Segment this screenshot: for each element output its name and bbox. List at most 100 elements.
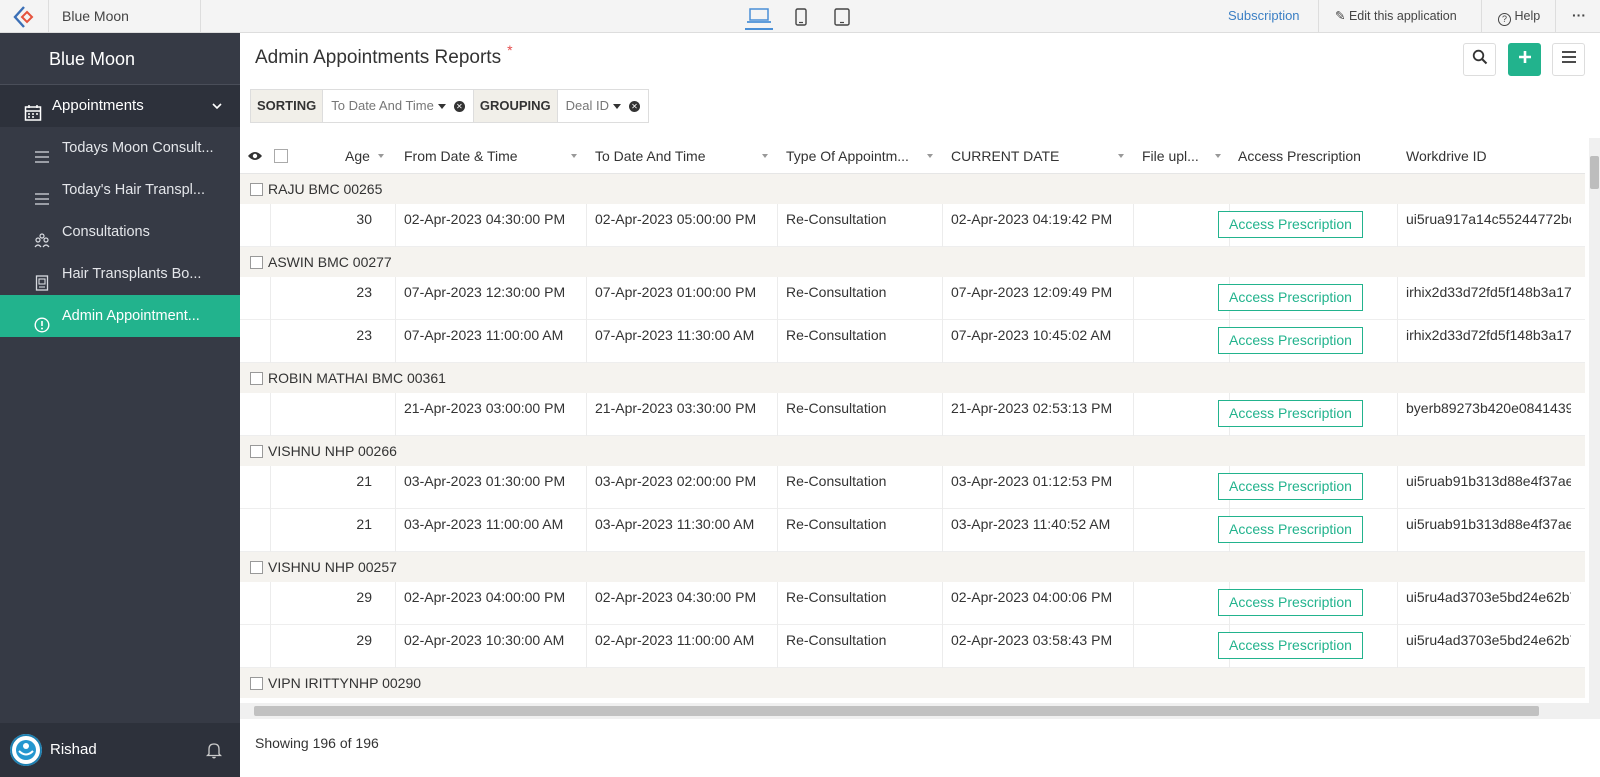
column-header-age[interactable]: Age [345,138,370,174]
grouping-dropdown[interactable]: Deal ID ✕ [558,90,648,122]
grouping-label: GROUPING [473,90,558,122]
sidebar-item-admin-appointments[interactable]: Admin Appointment... [0,295,240,337]
column-header-access-prescription[interactable]: Access Prescription [1238,138,1361,174]
divider [395,320,396,363]
sort-caret-icon[interactable] [378,154,384,158]
column-header-from-date[interactable]: From Date & Time [404,138,518,174]
table-row[interactable]: 21 03-Apr-2023 11:00:00 AM 03-Apr-2023 1… [240,509,1585,552]
clear-sorting-icon[interactable]: ✕ [453,100,465,112]
sort-caret-icon[interactable] [927,154,933,158]
user-panel: Rishad [0,723,240,777]
people-icon [34,224,50,248]
more-menu-icon[interactable]: ··· [1572,0,1586,32]
sidebar-item-label: Admin Appointment... [62,308,200,324]
select-all-checkbox[interactable] [274,138,288,174]
sort-caret-icon[interactable] [762,154,768,158]
bell-icon[interactable] [205,741,223,764]
table-row[interactable]: 30 02-Apr-2023 04:30:00 PM 02-Apr-2023 0… [240,204,1585,247]
scrollbar-thumb[interactable] [1590,156,1599,189]
laptop-view-icon[interactable] [745,4,773,30]
caret-down-icon [437,103,446,109]
horizontal-scrollbar[interactable] [240,703,1600,719]
sort-caret-icon[interactable] [1118,154,1124,158]
group-checkbox[interactable] [250,256,263,269]
column-header-type[interactable]: Type Of Appointm... [786,138,909,174]
column-header-file-upload[interactable]: File upl... [1142,138,1199,174]
table-row[interactable]: 29 02-Apr-2023 04:00:00 PM 02-Apr-2023 0… [240,582,1585,625]
sort-caret-icon[interactable] [571,154,577,158]
group-checkbox[interactable] [250,372,263,385]
access-prescription-button[interactable]: Access Prescription [1218,284,1363,311]
access-prescription-button[interactable]: Access Prescription [1218,589,1363,616]
cell-age: 21 [356,516,372,532]
cell-workdrive-id: irhix2d33d72fd5f148b3a17 [1406,284,1571,300]
edit-application-button[interactable]: ✎ Edit this application [1335,0,1457,32]
menu-button[interactable] [1552,43,1585,76]
document-icon [34,266,50,291]
vertical-scrollbar[interactable] [1589,138,1600,708]
divider [777,393,778,436]
access-prescription-button[interactable]: Access Prescription [1218,632,1363,659]
group-checkbox[interactable] [250,561,263,574]
sidebar-item-label: Consultations [62,224,150,240]
sidebar-item-todays-hair-transplants[interactable]: Today's Hair Transpl... [0,169,240,211]
column-header-to-date[interactable]: To Date And Time [595,138,706,174]
group-checkbox[interactable] [250,677,263,690]
avatar[interactable] [10,734,42,766]
access-prescription-button[interactable]: Access Prescription [1218,516,1363,543]
divider [586,393,587,436]
help-button[interactable]: ? Help [1498,0,1540,32]
access-prescription-button[interactable]: Access Prescription [1218,400,1363,427]
sidebar-section-appointments[interactable]: Appointments [0,85,240,127]
caret-down-icon [613,103,622,109]
table-row[interactable]: 23 07-Apr-2023 11:00:00 AM 07-Apr-2023 1… [240,320,1585,363]
table-row[interactable]: 29 02-Apr-2023 10:30:00 AM 02-Apr-2023 1… [240,625,1585,668]
divider [395,393,396,436]
column-header-current-date[interactable]: CURRENT DATE [951,138,1059,174]
mobile-view-icon[interactable] [789,6,813,28]
access-prescription-button[interactable]: Access Prescription [1218,327,1363,354]
search-button[interactable] [1463,43,1496,76]
group-name: VISHNU NHP 00257 [268,559,397,575]
table-row[interactable]: 23 07-Apr-2023 12:30:00 PM 07-Apr-2023 0… [240,277,1585,320]
sidebar-item-todays-moon-consultations[interactable]: Todays Moon Consult... [0,127,240,169]
sidebar-brand[interactable]: Blue Moon [0,33,240,85]
column-header-workdrive-id[interactable]: Workdrive ID [1406,138,1487,174]
access-prescription-button[interactable]: Access Prescription [1218,473,1363,500]
divider [395,466,396,509]
divider [270,625,271,668]
cell-age: 23 [356,327,372,343]
cell-current-date: 02-Apr-2023 04:19:42 PM [951,211,1113,227]
sorting-value: To Date And Time [331,98,434,113]
divider [942,204,943,247]
report-table: Age From Date & Time To Date And Time Ty… [240,138,1585,738]
add-record-button[interactable] [1508,43,1541,76]
divider [586,204,587,247]
sidebar-item-hair-transplants-bookings[interactable]: Hair Transplants Bo... [0,253,240,295]
sorting-dropdown[interactable]: To Date And Time ✕ [323,90,474,122]
divider [942,509,943,552]
app-logo-icon[interactable] [12,5,38,29]
cell-current-date: 03-Apr-2023 11:40:52 AM [951,516,1111,532]
group-checkbox[interactable] [250,183,263,196]
user-name[interactable]: Rishad [50,723,97,777]
divider [777,277,778,320]
app-name[interactable]: Blue Moon [48,0,200,32]
divider [270,509,271,552]
scrollbar-thumb[interactable] [254,706,1539,716]
eye-icon[interactable] [247,138,263,174]
group-name: VIPN IRITTYNHP 00290 [268,675,422,691]
access-prescription-button[interactable]: Access Prescription [1218,211,1363,238]
table-row[interactable]: 21 03-Apr-2023 01:30:00 PM 03-Apr-2023 0… [240,466,1585,509]
sidebar-item-consultations[interactable]: Consultations [0,211,240,253]
group-checkbox[interactable] [250,445,263,458]
sort-caret-icon[interactable] [1215,154,1221,158]
page-title-text: Admin Appointments Reports [255,47,502,68]
help-label: Help [1514,9,1541,23]
subscription-link[interactable]: Subscription [1228,0,1300,32]
tablet-view-icon[interactable] [830,6,854,28]
cell-from: 03-Apr-2023 01:30:00 PM [404,473,566,489]
table-row[interactable]: 21-Apr-2023 03:00:00 PM 21-Apr-2023 03:3… [240,393,1585,436]
clear-grouping-icon[interactable]: ✕ [629,100,641,112]
divider [1133,509,1134,552]
